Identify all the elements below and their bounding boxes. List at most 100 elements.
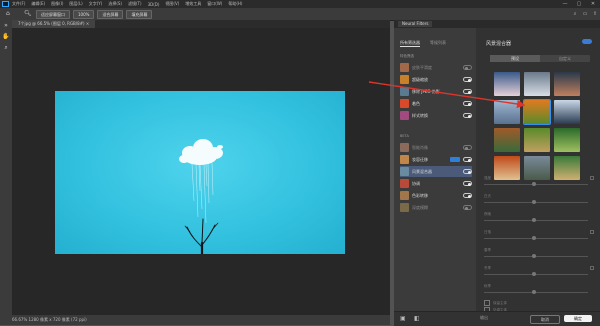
settings-toggle[interactable] — [582, 39, 592, 44]
filter-row-depth-blur[interactable]: 深度模糊 — [400, 202, 472, 213]
workspace-icon[interactable]: ▭ — [580, 11, 590, 17]
slider-track[interactable] — [484, 220, 588, 221]
slider-knob[interactable] — [532, 182, 536, 186]
menu-file[interactable]: 文件(F) — [12, 1, 25, 7]
slider-autumn[interactable]: 秋季 — [484, 284, 594, 298]
slider-track[interactable] — [484, 184, 588, 185]
filter-toggle[interactable] — [463, 89, 472, 94]
canvas-area[interactable] — [12, 28, 390, 315]
close-window-icon[interactable]: ✕ — [586, 0, 600, 8]
layers-icon[interactable]: ▣ — [400, 315, 406, 322]
slider-spring[interactable]: 春季 — [484, 248, 594, 262]
filter-row-color-transfer[interactable]: 色彩转移 — [400, 190, 472, 201]
preset-thumb[interactable] — [524, 128, 550, 152]
preset-thumb[interactable] — [554, 100, 580, 124]
slider-label: 日落 — [484, 230, 491, 234]
share-icon[interactable]: ⇪ — [590, 11, 600, 17]
menu-plugins[interactable]: 增效工具 — [185, 1, 201, 7]
filter-row-colorize[interactable]: 着色 — [400, 98, 472, 109]
tab-custom[interactable]: 自定义 — [540, 55, 590, 62]
filter-toggle[interactable] — [463, 169, 472, 174]
slider-knob[interactable] — [532, 290, 536, 294]
filter-toggle[interactable] — [463, 181, 472, 186]
fit-window-button[interactable]: 适应屏幕窗口 — [36, 9, 70, 19]
hand-tool-icon[interactable]: ✋ — [0, 31, 12, 42]
filter-toggle[interactable] — [463, 157, 472, 162]
filter-toggle[interactable] — [463, 205, 472, 210]
slider-track[interactable] — [484, 202, 588, 203]
slider-knob[interactable] — [532, 272, 536, 276]
slider-winter[interactable]: 冬季 — [484, 266, 594, 280]
home-icon[interactable]: ⌂ — [6, 10, 14, 18]
slider-knob[interactable] — [532, 236, 536, 240]
checkbox-label: 保留主体 — [493, 301, 507, 305]
filter-thumb-icon — [400, 63, 409, 72]
filter-toggle[interactable] — [463, 145, 472, 150]
filter-row-harmonize[interactable]: 协调 — [400, 178, 472, 189]
preset-thumb[interactable] — [494, 128, 520, 152]
slider-track[interactable] — [484, 274, 588, 275]
ok-button[interactable]: 确定 — [564, 315, 592, 322]
tab-wait-list[interactable]: 等候列表 — [430, 40, 446, 46]
menu-select[interactable]: 选择(S) — [108, 1, 122, 7]
slider-checkbox[interactable] — [590, 266, 594, 270]
compare-icon[interactable]: ◧ — [414, 315, 420, 322]
panel-title[interactable]: Neural Filters — [398, 21, 433, 27]
slider-knob[interactable] — [532, 200, 536, 204]
slider-knob[interactable] — [532, 254, 536, 258]
filter-row-portrait[interactable]: 智能肖像 — [400, 142, 472, 153]
preset-thumb[interactable] — [494, 100, 520, 124]
filter-row-makeup[interactable]: 妆容迁移 — [400, 154, 472, 165]
preset-thumb[interactable] — [524, 72, 550, 96]
maximize-icon[interactable]: ▢ — [572, 0, 586, 8]
menu-3d[interactable]: 3D(D) — [148, 2, 160, 7]
checkbox-icon[interactable] — [484, 300, 490, 306]
slider-track[interactable] — [484, 238, 588, 239]
tab-presets[interactable]: 预设 — [490, 55, 540, 62]
slider-strength[interactable]: 强度 — [484, 176, 594, 190]
preset-thumb[interactable] — [494, 72, 520, 96]
menu-image[interactable]: 图像(I) — [51, 1, 63, 7]
collapse-icon[interactable]: » — [0, 20, 12, 31]
filter-row-skin[interactable]: 皮肤平滑度 — [400, 62, 472, 73]
slider-checkbox[interactable] — [590, 230, 594, 234]
zoom-100-button[interactable]: 100% — [73, 9, 95, 19]
menu-view[interactable]: 视图(V) — [165, 1, 179, 7]
cancel-button[interactable]: 取消 — [530, 315, 560, 324]
document-tab[interactable]: 7个jpg @ 66.5% (图层 0, RGB/8#) × — [12, 20, 96, 28]
filter-row-style[interactable]: 样式转换 — [400, 110, 472, 121]
slider-night[interactable]: 夜晚 — [484, 212, 594, 226]
preset-thumb[interactable] — [554, 128, 580, 152]
zoom-icon[interactable]: ⌕ — [0, 42, 12, 53]
slider-sunset[interactable]: 日落 — [484, 230, 594, 244]
slider-knob[interactable] — [532, 218, 536, 222]
document-image[interactable] — [55, 91, 345, 254]
menu-type[interactable]: 文字(Y) — [89, 1, 103, 7]
preserve-subject-checkbox[interactable]: 保留主体 — [484, 300, 507, 306]
filter-toggle[interactable] — [463, 101, 472, 106]
search-icon[interactable]: ⌕ — [570, 11, 580, 17]
filter-row-jpeg[interactable]: 移除 JPEG 伪影 — [400, 86, 472, 97]
filter-row-superzoom[interactable]: 超级缩放 — [400, 74, 472, 85]
slider-day[interactable]: 白天 — [484, 194, 594, 208]
filter-toggle[interactable] — [463, 65, 472, 70]
menu-layer[interactable]: 图层(L) — [69, 1, 82, 7]
minimize-icon[interactable]: — — [558, 0, 572, 8]
menu-edit[interactable]: 编辑(E) — [31, 1, 45, 7]
preset-thumb[interactable] — [554, 72, 580, 96]
tab-all-filters[interactable]: 所有筛选器 — [400, 40, 420, 47]
menu-filter[interactable]: 滤镜(T) — [128, 1, 142, 7]
preset-thumb-selected[interactable] — [523, 99, 551, 125]
filter-toggle[interactable] — [463, 77, 472, 82]
filter-toggle[interactable] — [463, 193, 472, 198]
fit-screen-button[interactable]: 适合屏幕 — [97, 9, 124, 19]
slider-checkbox[interactable] — [590, 176, 594, 180]
menu-window[interactable]: 窗口(W) — [207, 1, 222, 7]
slider-track[interactable] — [484, 292, 588, 293]
fill-screen-button[interactable]: 填充屏幕 — [126, 9, 153, 19]
menu-help[interactable]: 帮助(H) — [228, 1, 242, 7]
filter-row-landscape[interactable]: 风景混合器 — [400, 166, 472, 177]
filter-toggle[interactable] — [463, 113, 472, 118]
slider-track[interactable] — [484, 256, 588, 257]
zoom-tool-icon[interactable]: 🔍︎ — [24, 10, 32, 18]
